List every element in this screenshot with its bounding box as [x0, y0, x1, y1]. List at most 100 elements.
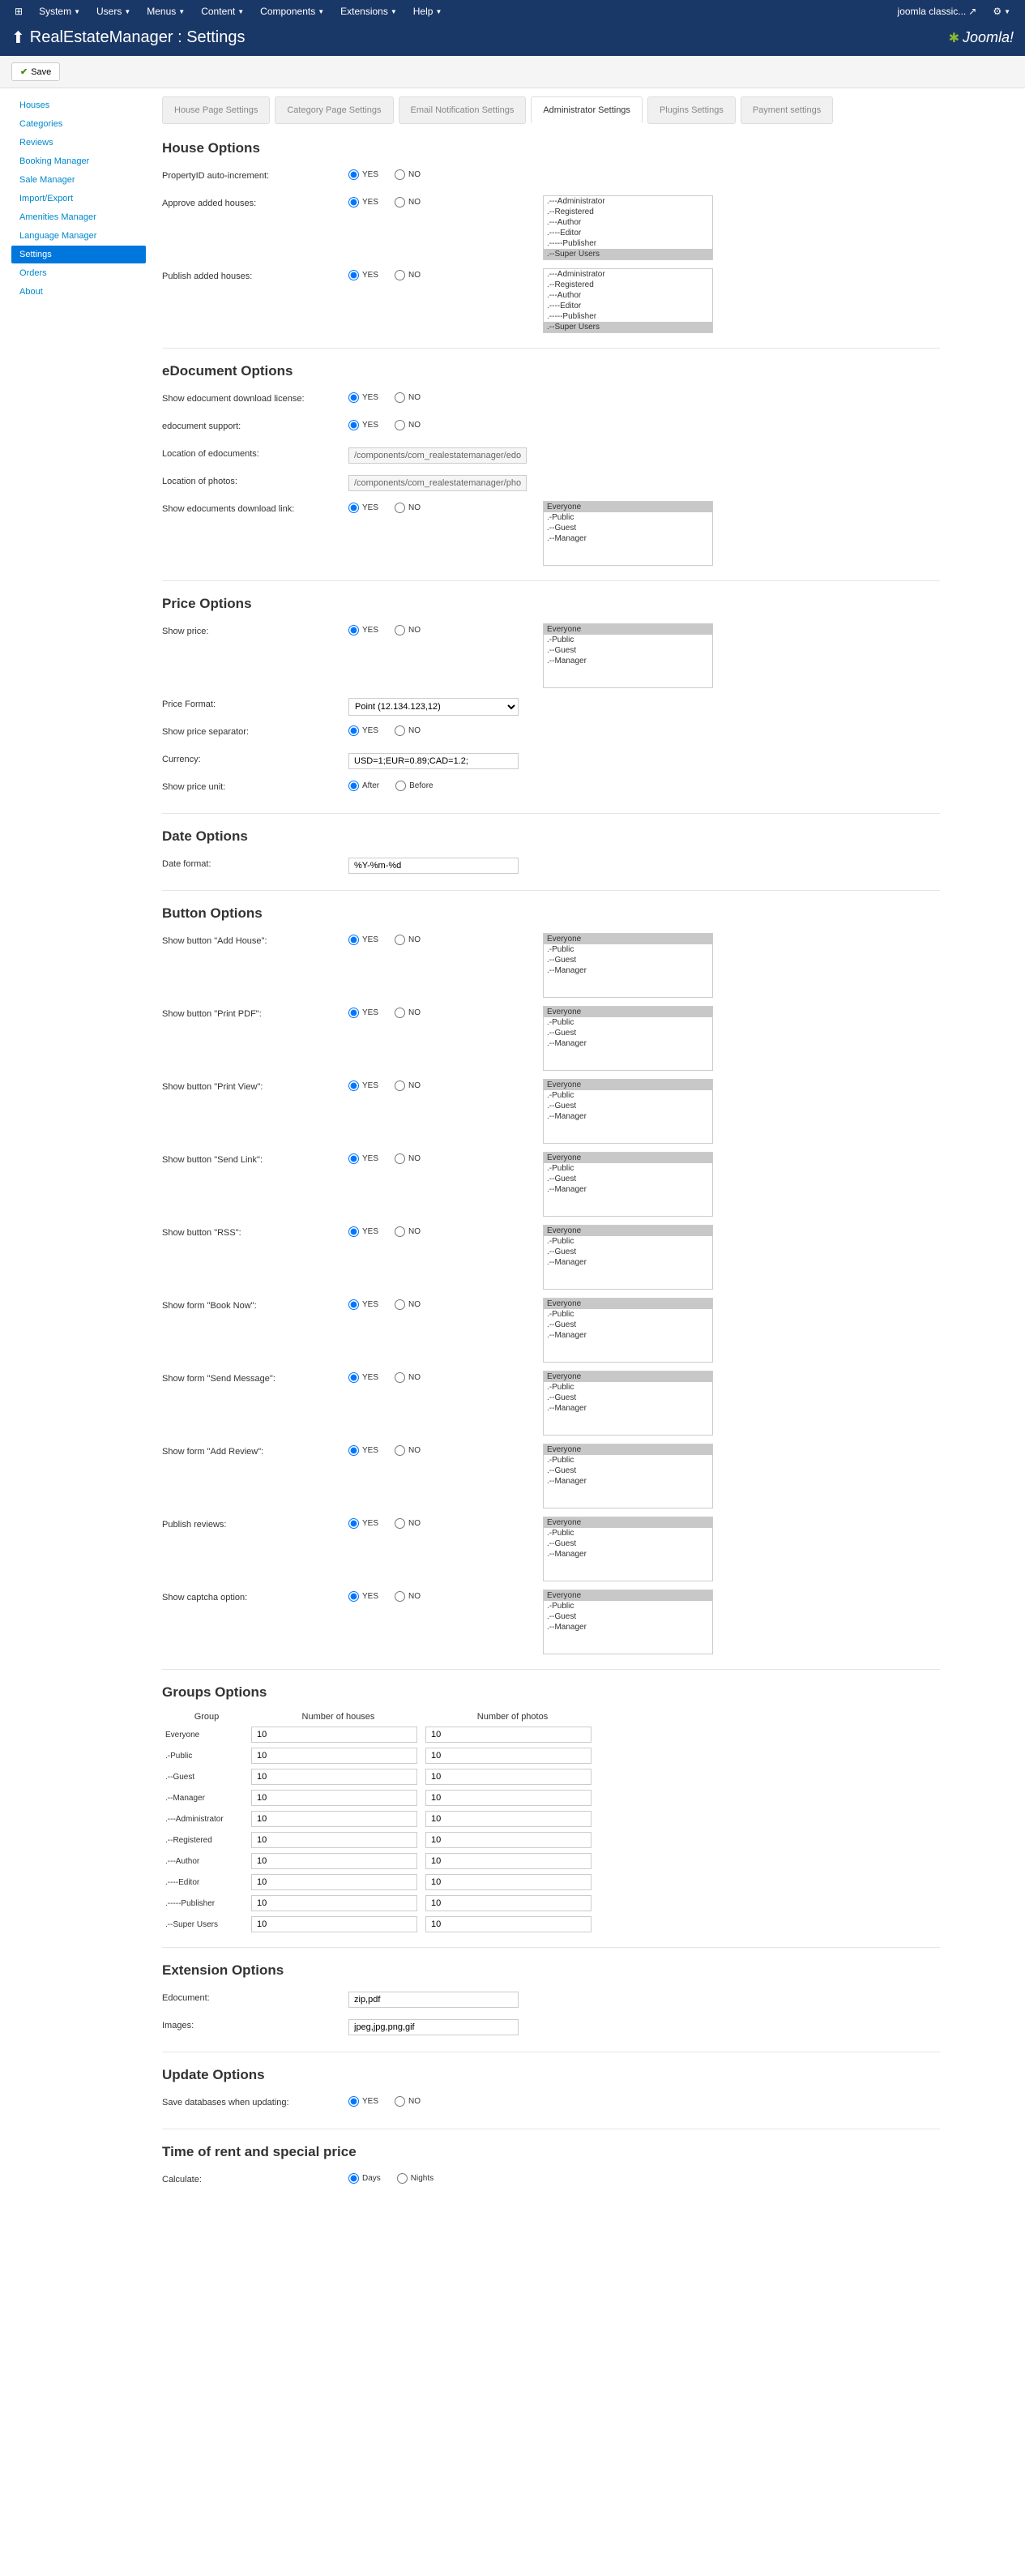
ext-img-input[interactable]: [348, 2019, 519, 2035]
btn-9-groups[interactable]: Everyone.-Public.--Guest.--Manager: [543, 1590, 713, 1654]
btn-2-groups[interactable]: Everyone.-Public.--Guest.--Manager: [543, 1079, 713, 1144]
price-format-select[interactable]: Point (12.134.123,12): [348, 698, 519, 716]
price-unit-before[interactable]: Before: [395, 781, 433, 791]
save-db-no[interactable]: NO: [395, 2096, 421, 2107]
group-houses-8[interactable]: [251, 1895, 417, 1911]
btn-9-no[interactable]: NO: [395, 1591, 421, 1602]
btn-3-no[interactable]: NO: [395, 1153, 421, 1164]
btn-0-yes[interactable]: YES: [348, 935, 378, 945]
group-houses-1[interactable]: [251, 1748, 417, 1764]
date-format-input[interactable]: [348, 858, 519, 874]
show-price-groups[interactable]: Everyone.-Public.--Guest.--Manager: [543, 623, 713, 688]
btn-1-groups[interactable]: Everyone.-Public.--Guest.--Manager: [543, 1006, 713, 1071]
sidebar-item-sale-manager[interactable]: Sale Manager: [11, 171, 146, 189]
group-photos-9[interactable]: [425, 1916, 592, 1932]
btn-1-yes[interactable]: YES: [348, 1008, 378, 1018]
group-houses-0[interactable]: [251, 1727, 417, 1743]
group-photos-3[interactable]: [425, 1790, 592, 1806]
menu-components[interactable]: Components▼: [254, 2, 331, 20]
btn-8-groups[interactable]: Everyone.-Public.--Guest.--Manager: [543, 1517, 713, 1581]
menu-users[interactable]: Users▼: [90, 2, 137, 20]
btn-8-yes[interactable]: YES: [348, 1518, 378, 1529]
show-price-yes[interactable]: YES: [348, 625, 378, 635]
edoc-support-yes[interactable]: YES: [348, 420, 378, 430]
group-houses-3[interactable]: [251, 1790, 417, 1806]
group-houses-2[interactable]: [251, 1769, 417, 1785]
edoc-license-yes[interactable]: YES: [348, 392, 378, 403]
btn-0-no[interactable]: NO: [395, 935, 421, 945]
menu-menus[interactable]: Menus▼: [140, 2, 191, 20]
edoc-license-no[interactable]: NO: [395, 392, 421, 403]
price-unit-after[interactable]: After: [348, 781, 379, 791]
btn-2-yes[interactable]: YES: [348, 1080, 378, 1091]
btn-9-yes[interactable]: YES: [348, 1591, 378, 1602]
publish-no[interactable]: NO: [395, 270, 421, 280]
btn-8-no[interactable]: NO: [395, 1518, 421, 1529]
propertyid-yes[interactable]: YES: [348, 169, 378, 180]
calc-nights[interactable]: Nights: [397, 2173, 433, 2184]
btn-7-no[interactable]: NO: [395, 1445, 421, 1456]
show-price-no[interactable]: NO: [395, 625, 421, 635]
group-photos-7[interactable]: [425, 1874, 592, 1890]
save-button[interactable]: ✔Save: [11, 62, 60, 81]
sidebar-item-orders[interactable]: Orders: [11, 264, 146, 282]
sidebar-item-booking-manager[interactable]: Booking Manager: [11, 152, 146, 170]
btn-1-no[interactable]: NO: [395, 1008, 421, 1018]
group-photos-2[interactable]: [425, 1769, 592, 1785]
btn-6-yes[interactable]: YES: [348, 1372, 378, 1383]
group-photos-0[interactable]: [425, 1727, 592, 1743]
group-houses-9[interactable]: [251, 1916, 417, 1932]
group-photos-6[interactable]: [425, 1853, 592, 1869]
site-link[interactable]: joomla classic... ↗: [891, 2, 984, 20]
group-photos-4[interactable]: [425, 1811, 592, 1827]
approve-groups-select[interactable]: Everyone.-Public.--Guest.--Manager.---Ad…: [543, 195, 713, 260]
btn-2-no[interactable]: NO: [395, 1080, 421, 1091]
group-photos-8[interactable]: [425, 1895, 592, 1911]
tab-plugins-settings[interactable]: Plugins Settings: [647, 96, 736, 124]
btn-4-yes[interactable]: YES: [348, 1226, 378, 1237]
group-houses-4[interactable]: [251, 1811, 417, 1827]
group-photos-1[interactable]: [425, 1748, 592, 1764]
btn-0-groups[interactable]: Everyone.-Public.--Guest.--Manager: [543, 933, 713, 998]
menu-extensions[interactable]: Extensions▼: [334, 2, 404, 20]
sidebar-item-settings[interactable]: Settings: [11, 246, 146, 263]
sidebar-item-about[interactable]: About: [11, 283, 146, 301]
tab-category-page-settings[interactable]: Category Page Settings: [275, 96, 393, 124]
gear-icon[interactable]: ⚙▼: [986, 2, 1017, 20]
btn-7-yes[interactable]: YES: [348, 1445, 378, 1456]
ext-edoc-input[interactable]: [348, 1992, 519, 2008]
btn-4-groups[interactable]: Everyone.-Public.--Guest.--Manager: [543, 1225, 713, 1290]
btn-3-groups[interactable]: Everyone.-Public.--Guest.--Manager: [543, 1152, 713, 1217]
price-sep-yes[interactable]: YES: [348, 725, 378, 736]
edoc-support-no[interactable]: NO: [395, 420, 421, 430]
btn-6-groups[interactable]: Everyone.-Public.--Guest.--Manager: [543, 1371, 713, 1436]
approve-yes[interactable]: YES: [348, 197, 378, 208]
calc-days[interactable]: Days: [348, 2173, 381, 2184]
menu-system[interactable]: System▼: [32, 2, 87, 20]
menu-content[interactable]: Content▼: [194, 2, 250, 20]
sidebar-item-import/export[interactable]: Import/Export: [11, 190, 146, 208]
group-photos-5[interactable]: [425, 1832, 592, 1848]
publish-groups-select[interactable]: Everyone.-Public.--Guest.--Manager.---Ad…: [543, 268, 713, 333]
group-houses-7[interactable]: [251, 1874, 417, 1890]
menu-help[interactable]: Help▼: [407, 2, 449, 20]
sidebar-item-language-manager[interactable]: Language Manager: [11, 227, 146, 245]
btn-5-yes[interactable]: YES: [348, 1299, 378, 1310]
propertyid-no[interactable]: NO: [395, 169, 421, 180]
btn-4-no[interactable]: NO: [395, 1226, 421, 1237]
sidebar-item-categories[interactable]: Categories: [11, 115, 146, 133]
edoc-dl-groups[interactable]: Everyone.-Public.--Guest.--Manager: [543, 501, 713, 566]
publish-yes[interactable]: YES: [348, 270, 378, 280]
tab-payment-settings[interactable]: Payment settings: [741, 96, 833, 124]
btn-6-no[interactable]: NO: [395, 1372, 421, 1383]
btn-5-no[interactable]: NO: [395, 1299, 421, 1310]
save-db-yes[interactable]: YES: [348, 2096, 378, 2107]
joomla-icon[interactable]: ⊞: [8, 2, 29, 20]
price-sep-no[interactable]: NO: [395, 725, 421, 736]
sidebar-item-reviews[interactable]: Reviews: [11, 134, 146, 152]
tab-administrator-settings[interactable]: Administrator Settings: [531, 96, 643, 124]
btn-3-yes[interactable]: YES: [348, 1153, 378, 1164]
btn-7-groups[interactable]: Everyone.-Public.--Guest.--Manager: [543, 1444, 713, 1508]
sidebar-item-amenities-manager[interactable]: Amenities Manager: [11, 208, 146, 226]
tab-email-notification-settings[interactable]: Email Notification Settings: [399, 96, 527, 124]
